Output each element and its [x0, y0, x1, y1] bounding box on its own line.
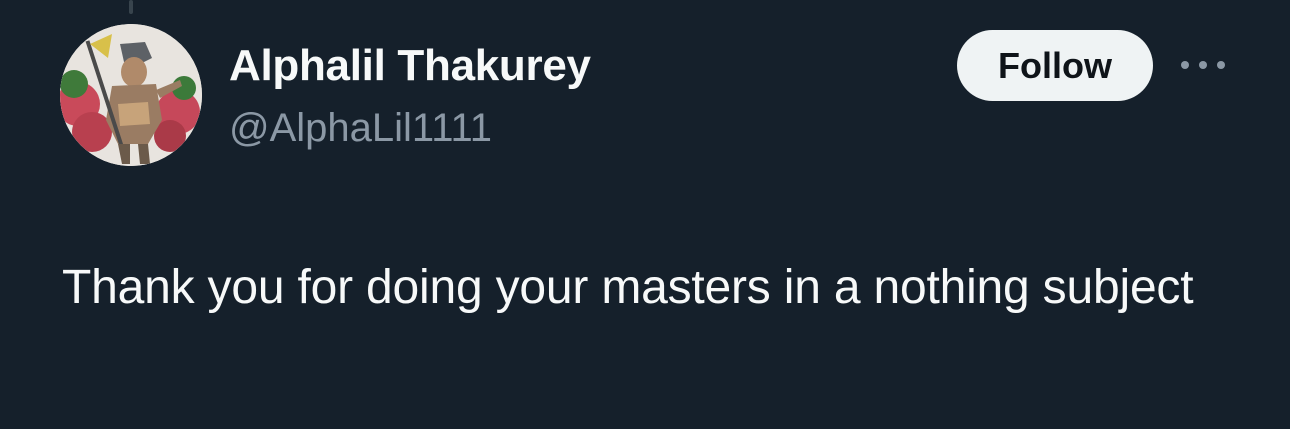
avatar-artwork [60, 24, 202, 166]
more-horizontal-icon [1181, 61, 1225, 69]
tweet-text: Thank you for doing your masters in a no… [62, 261, 1194, 314]
follow-button[interactable]: Follow [957, 30, 1153, 101]
user-handle[interactable]: @AlphaLil1111 [229, 104, 492, 152]
avatar[interactable] [60, 24, 202, 166]
display-name[interactable]: Alphalil Thakurey [229, 40, 591, 92]
thread-connector-line [129, 0, 133, 14]
more-options-button[interactable] [1178, 50, 1228, 80]
